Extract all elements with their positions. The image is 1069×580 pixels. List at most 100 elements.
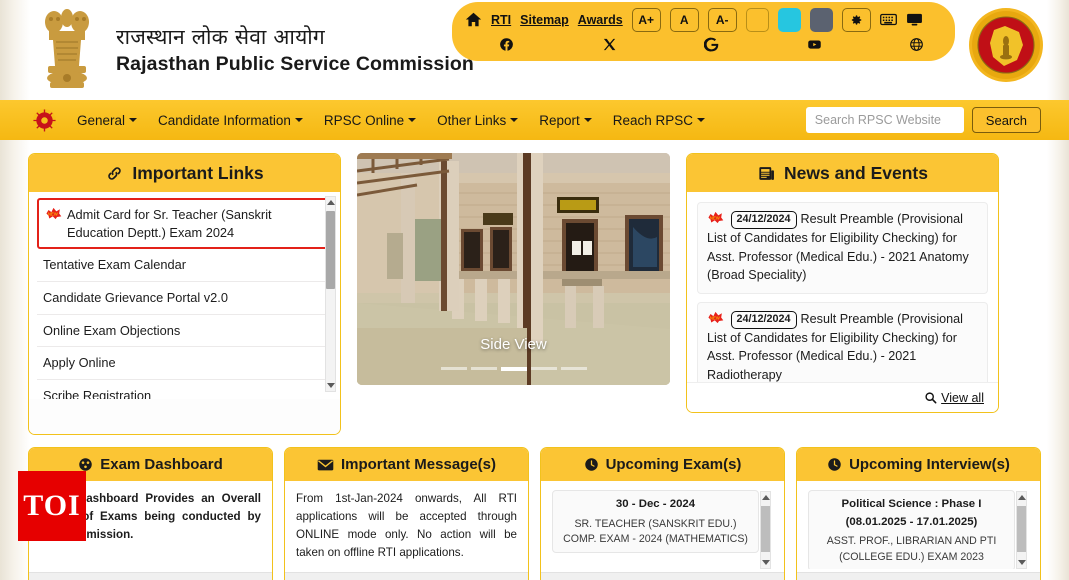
utility-row-social (465, 33, 942, 55)
site-brand: राजस्थान लोक सेवा आयोग Rajasthan Public … (116, 24, 474, 76)
site-search: Search (805, 107, 1041, 133)
scroll-thumb[interactable] (761, 506, 770, 552)
important-messages-body: From 1st-Jan-2024 onwards, All RTI appli… (285, 481, 528, 569)
screen-reader-icon[interactable] (906, 12, 923, 27)
building-photo-carousel[interactable]: Side View (357, 153, 670, 385)
important-messages-title: Important Message(s) (340, 456, 497, 473)
chevron-down-icon (294, 118, 303, 122)
new-burst-icon: NEW (708, 311, 724, 324)
main-navigation: General Candidate Information RPSC Onlin… (0, 100, 1069, 140)
list-item[interactable]: Tentative Exam Calendar (37, 249, 332, 282)
important-links-header: Important Links (29, 154, 340, 192)
scroll-up-arrow-icon[interactable] (762, 495, 770, 500)
important-links-scrollbar[interactable] (325, 196, 336, 392)
news-item[interactable]: NEW 24/12/2024 Result Preamble (Provision… (697, 202, 988, 294)
chevron-down-icon (129, 118, 138, 122)
globe-icon[interactable] (909, 37, 924, 52)
chevron-down-icon (510, 118, 519, 122)
nav-item-report[interactable]: Report (539, 113, 592, 128)
important-messages-card: Important Message(s) From 1st-Jan-2024 o… (284, 447, 529, 580)
upcoming-exam-item[interactable]: 30 - Dec - 2024 SR. TEACHER (SANSKRIT ED… (552, 490, 771, 569)
important-links-list: NEW Admit Card for Sr. Teacher (Sanskrit… (29, 192, 340, 399)
upcoming-interviews-footer (797, 572, 1040, 580)
news-item[interactable]: NEW 24/12/2024 Result Preamble (Provision… (697, 301, 988, 382)
list-item[interactable]: Online Exam Objections (37, 315, 332, 348)
view-all-link[interactable]: View all (941, 391, 984, 405)
site-title-hindi: राजस्थान लोक सेवा आयोग (116, 24, 325, 49)
theme-cyan-swatch[interactable] (777, 7, 801, 32)
utility-row-primary: RTI Sitemap Awards A+ A A- (465, 2, 942, 33)
nav-item-candidate-information[interactable]: Candidate Information (158, 113, 303, 128)
google-icon[interactable] (704, 37, 719, 52)
scroll-down-arrow-icon[interactable] (1018, 560, 1026, 565)
nav-item-rpsc-online[interactable]: RPSC Online (324, 113, 417, 128)
nav-label: Report (539, 112, 580, 128)
utility-link-awards[interactable]: Awards (578, 13, 623, 27)
font-increase-button[interactable]: A+ (631, 7, 661, 32)
scroll-up-arrow-icon[interactable] (1018, 495, 1026, 500)
upcoming-exams-body: 30 - Dec - 2024 SR. TEACHER (SANSKRIT ED… (541, 481, 784, 569)
list-item[interactable]: NEW Admit Card for Sr. Teacher (Sanskrit… (37, 198, 332, 250)
search-icon (925, 392, 937, 404)
keyboard-icon[interactable] (879, 12, 897, 27)
theme-yellow-swatch[interactable] (745, 7, 769, 32)
clock-icon (584, 458, 598, 471)
settings-gear-button[interactable] (841, 7, 871, 32)
chevron-down-icon (408, 118, 417, 122)
dashboard-gauge-icon (79, 458, 92, 471)
nav-label: Candidate Information (158, 112, 291, 128)
utility-bar: RTI Sitemap Awards A+ A A- (452, 2, 955, 61)
upcoming-exams-header: Upcoming Exam(s) (541, 448, 784, 481)
upcoming-interview-item[interactable]: Political Science : Phase I (08.01.2025 … (808, 490, 1027, 569)
nav-label: Reach RPSC (612, 112, 694, 128)
font-normal-button[interactable]: A (669, 7, 699, 32)
nav-label: General (77, 112, 126, 128)
nav-item-other-links[interactable]: Other Links (437, 113, 519, 128)
scroll-down-arrow-icon[interactable] (762, 560, 770, 565)
news-date-badge: 24/12/2024 (730, 310, 797, 329)
important-messages-text: From 1st-Jan-2024 onwards, All RTI appli… (296, 492, 517, 559)
utility-link-sitemap[interactable]: Sitemap (520, 13, 569, 27)
scroll-down-arrow-icon[interactable] (327, 383, 335, 388)
search-button[interactable]: Search (971, 107, 1041, 133)
theme-gray-swatch[interactable] (809, 7, 833, 32)
upcoming-exams-card: Upcoming Exam(s) 30 - Dec - 2024 SR. TEA… (540, 447, 785, 580)
list-item-label: Admit Card for Sr. Teacher (Sanskrit Edu… (67, 207, 272, 240)
list-item[interactable]: Candidate Grievance Portal v2.0 (37, 282, 332, 315)
chevron-down-icon (697, 118, 706, 122)
list-item[interactable]: Scribe Registration (37, 380, 332, 399)
scroll-up-arrow-icon[interactable] (327, 200, 335, 205)
carousel-dot-active[interactable] (500, 367, 527, 371)
important-links-footer (29, 399, 340, 434)
utility-link-rti[interactable]: RTI (491, 13, 511, 27)
scroll-thumb[interactable] (1017, 506, 1026, 552)
home-icon[interactable] (465, 11, 482, 28)
list-item[interactable]: Apply Online (37, 347, 332, 380)
x-twitter-icon[interactable] (602, 37, 617, 52)
svg-text:NEW: NEW (48, 212, 58, 217)
carousel-column: Side View (357, 153, 670, 435)
exam-dashboard-title: Exam Dashboard (100, 456, 223, 473)
important-links-card: Important Links NEW Admit Card for Sr. T… (28, 153, 341, 435)
chevron-down-icon (583, 118, 592, 122)
carousel-dot[interactable] (470, 367, 497, 370)
nav-item-reach-rpsc[interactable]: Reach RPSC (612, 112, 706, 128)
facebook-icon[interactable] (499, 37, 514, 52)
news-events-title: News and Events (784, 162, 928, 183)
nav-item-general[interactable]: General (77, 112, 138, 128)
upcoming-exams-scrollbar[interactable] (760, 491, 771, 569)
font-decrease-button[interactable]: A- (707, 7, 737, 32)
carousel-dot[interactable] (560, 367, 587, 370)
rpsc-homepage: राजस्थान लोक सेवा आयोग Rajasthan Public … (0, 0, 1069, 580)
carousel-dot[interactable] (530, 367, 557, 370)
carousel-dot[interactable] (440, 367, 467, 370)
search-input[interactable] (805, 107, 964, 133)
youtube-icon[interactable] (807, 37, 822, 52)
upcoming-interviews-scrollbar[interactable] (1016, 491, 1027, 569)
rpsc-seal-icon (967, 6, 1045, 84)
rpsc-logo-icon[interactable] (32, 108, 57, 133)
important-links-column: Important Links NEW Admit Card for Sr. T… (28, 153, 341, 435)
scroll-thumb[interactable] (326, 211, 335, 289)
site-header: राजस्थान लोक सेवा आयोग Rajasthan Public … (0, 0, 1069, 100)
upcoming-interview-date: Political Science : Phase I (08.01.2025 … (841, 498, 982, 528)
